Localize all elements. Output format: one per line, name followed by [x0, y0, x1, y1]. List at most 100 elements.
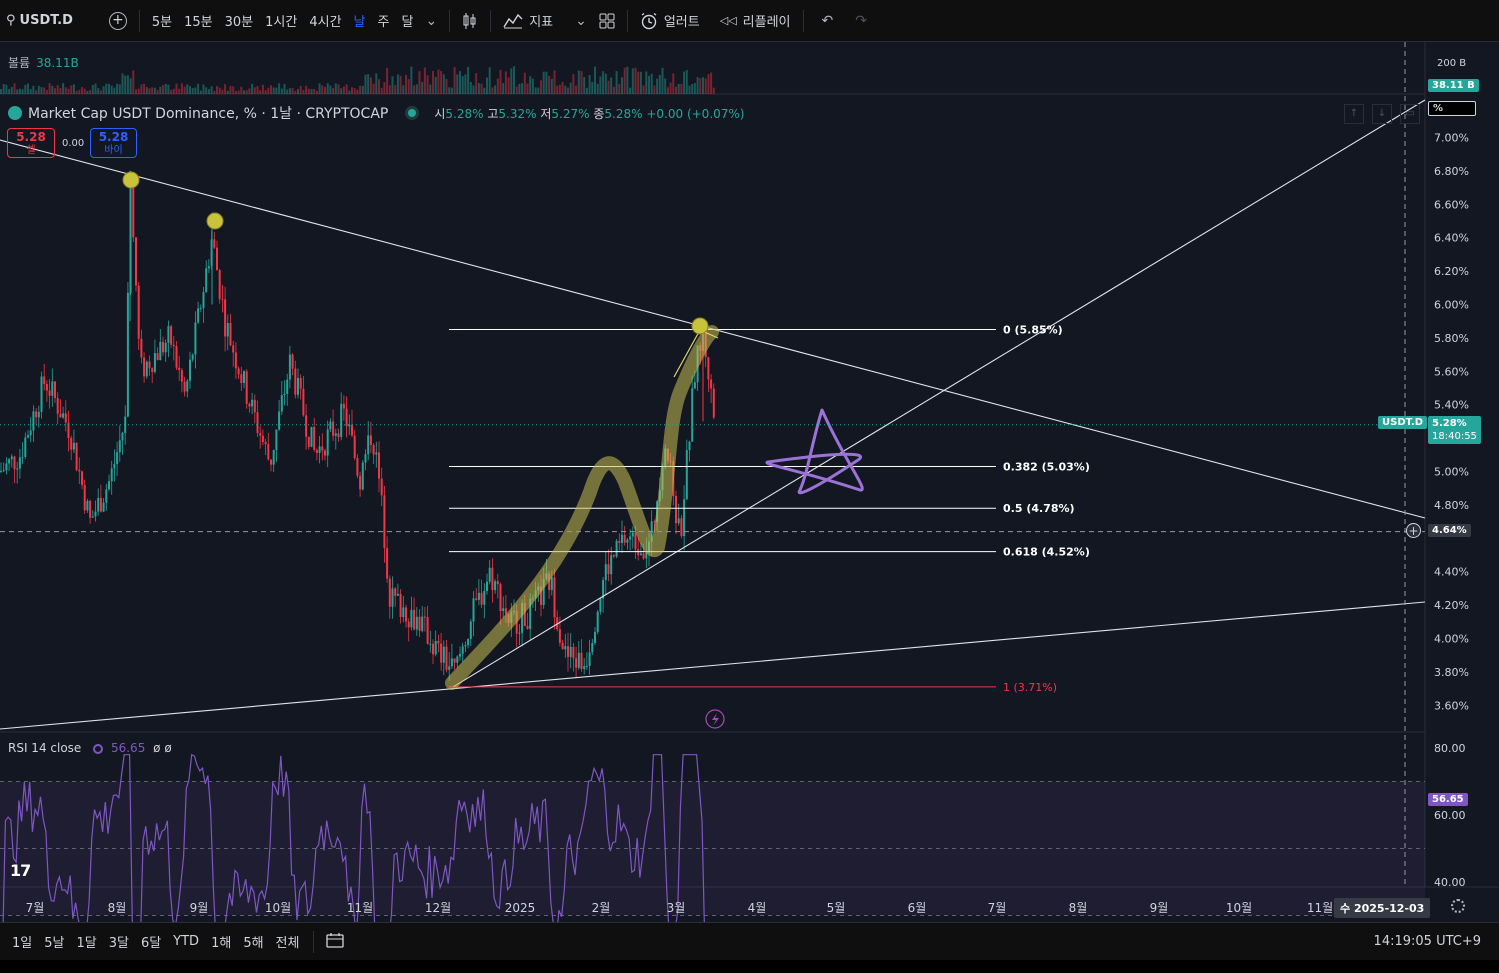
- volume-bar: [43, 87, 46, 94]
- volume-bar: [658, 74, 661, 94]
- volume-bar: [162, 85, 164, 94]
- clock[interactable]: 14:19:05 UTC+9: [1374, 934, 1481, 949]
- candle-body: [607, 564, 610, 575]
- buy-button[interactable]: 5.28 바이: [90, 128, 137, 158]
- volume-bar: [113, 87, 116, 94]
- volume-bar: [59, 88, 62, 94]
- volume-bar: [486, 77, 488, 94]
- symbol-label: USDT.D: [19, 13, 73, 28]
- candle-body: [710, 379, 713, 389]
- volume-bar: [683, 71, 686, 94]
- candle-body: [167, 326, 170, 343]
- range-1y[interactable]: 1해: [205, 932, 237, 951]
- candle-body: [145, 361, 148, 377]
- volume-bar: [178, 88, 181, 94]
- redo-button[interactable]: ↷: [849, 6, 873, 36]
- alert-button[interactable]: 얼러트: [634, 6, 706, 36]
- interval-5m[interactable]: 5분: [146, 6, 178, 36]
- volume-bar: [399, 75, 402, 94]
- series-legend[interactable]: Market Cap USDT Dominance, % · 1날 · CRYP…: [8, 103, 745, 123]
- interval-15m[interactable]: 15분: [178, 6, 219, 36]
- chart-canvas[interactable]: 0 (5.85%) 0.382 (5.03%) 0.5 (4.78%) 0.618 (…: [0, 42, 1499, 922]
- interval-1w[interactable]: 주: [372, 6, 396, 36]
- pane-move-down-icon[interactable]: ↓: [1372, 104, 1392, 124]
- add-alert-button[interactable]: +: [1406, 523, 1421, 538]
- range-all[interactable]: 전체: [270, 932, 306, 951]
- indicators-button[interactable]: 지표: [497, 6, 559, 36]
- go-to-date-button[interactable]: [320, 932, 350, 952]
- volume-bar: [118, 84, 121, 94]
- candle-body: [16, 468, 19, 470]
- interval-4h[interactable]: 4시간: [303, 6, 347, 36]
- time-tick-label: 4월: [748, 901, 767, 915]
- symbol-search[interactable]: ⚲ USDT.D: [0, 6, 79, 36]
- candle-body: [40, 376, 43, 412]
- price-tick-label: 6.40%: [1434, 232, 1469, 245]
- interval-dropdown[interactable]: ⌄: [419, 6, 443, 36]
- volume-bar: [558, 84, 561, 94]
- separator: [490, 9, 492, 32]
- volume-bar: [259, 90, 262, 94]
- range-1d[interactable]: 1일: [6, 932, 38, 951]
- interval-1d[interactable]: 날: [348, 6, 372, 36]
- replay-button[interactable]: ◁◁ 리플레이: [714, 6, 797, 36]
- candle-body: [91, 516, 94, 518]
- candle-body: [394, 588, 397, 596]
- chart-area[interactable]: 0 (5.85%) 0.382 (5.03%) 0.5 (4.78%) 0.618 (…: [0, 42, 1499, 922]
- volume-bar: [693, 83, 696, 94]
- candle-body: [305, 415, 308, 437]
- settings-gear-icon[interactable]: [1451, 899, 1465, 913]
- pane-move-up-icon[interactable]: ↑: [1344, 104, 1364, 124]
- candle-body: [450, 658, 453, 667]
- range-1m[interactable]: 1달: [70, 932, 102, 951]
- volume-bar: [153, 87, 156, 94]
- range-3m[interactable]: 3달: [103, 932, 135, 951]
- compare-button[interactable]: +: [103, 6, 133, 36]
- candle-body: [477, 592, 480, 600]
- status-dot-icon: [408, 109, 417, 117]
- volume-bar: [110, 85, 113, 94]
- volume-bar: [275, 87, 278, 94]
- indicators-dropdown[interactable]: ⌄: [569, 6, 593, 36]
- volume-bar: [672, 73, 675, 94]
- candle-body: [294, 368, 297, 395]
- volume-bar: [286, 89, 289, 94]
- volume-bar: [216, 86, 218, 94]
- rsi-pane: [0, 753, 1425, 922]
- range-5y[interactable]: 5해: [237, 932, 269, 951]
- candle-body: [453, 658, 456, 663]
- sell-button[interactable]: 5.28 셀: [7, 128, 55, 158]
- rsi-tick-label: 40.00: [1434, 876, 1466, 889]
- range-5d[interactable]: 5날: [38, 932, 70, 951]
- rsi-legend[interactable]: RSI 14 close 56.65 ø ø: [8, 741, 172, 755]
- candle-body: [448, 666, 451, 670]
- range-6m[interactable]: 6달: [135, 932, 167, 951]
- candle-body: [261, 435, 264, 442]
- volume-bar: [526, 83, 529, 94]
- volume-bar: [272, 87, 275, 94]
- interval-30m[interactable]: 30분: [219, 6, 260, 36]
- price-tick-label: 6.80%: [1434, 165, 1469, 178]
- volume-bar: [507, 77, 510, 94]
- interval-1h[interactable]: 1시간: [259, 6, 303, 36]
- volume-bar: [513, 66, 515, 94]
- pane-maximize-icon[interactable]: ▭: [1400, 104, 1420, 124]
- candle-body: [594, 632, 596, 644]
- range-ytd[interactable]: YTD: [167, 934, 205, 949]
- drawings-layer[interactable]: 0 (5.85%) 0.382 (5.03%) 0.5 (4.78%) 0.618 (…: [0, 99, 1426, 730]
- low-label: 저: [540, 106, 552, 121]
- interval-1mo[interactable]: 달: [395, 6, 419, 36]
- candle-body: [197, 308, 200, 323]
- candle-body: [43, 376, 46, 384]
- candle-body: [588, 652, 591, 666]
- volume-bar: [72, 84, 75, 94]
- candle-body: [207, 266, 210, 269]
- volume-bar: [32, 85, 35, 94]
- separator: [626, 9, 628, 32]
- chart-type-button[interactable]: [456, 6, 484, 36]
- volume-bar: [666, 87, 669, 94]
- volume-bar: [561, 81, 564, 94]
- undo-button[interactable]: ↶: [816, 6, 840, 36]
- volume-bar: [99, 90, 102, 94]
- layouts-button[interactable]: [593, 6, 621, 36]
